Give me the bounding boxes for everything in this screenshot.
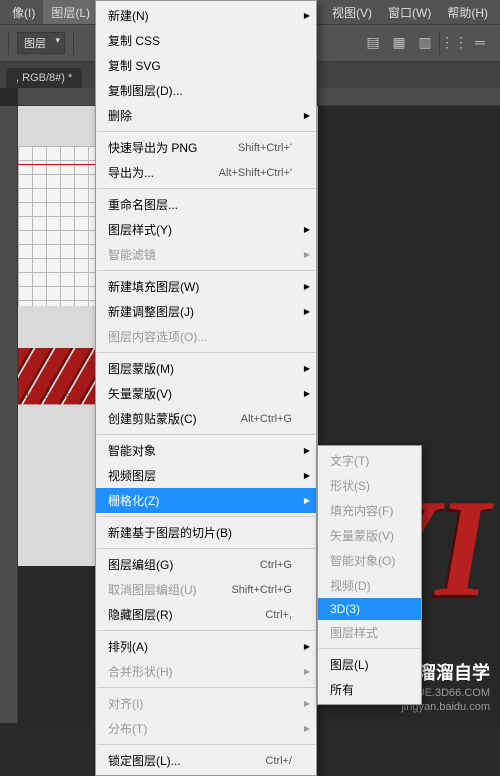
sub-all[interactable]: 所有 <box>318 677 421 702</box>
sub-text: 文字(T) <box>318 448 421 473</box>
layer-menu: 新建(N) 复制 CSS 复制 SVG 复制图层(D)... 删除 快速导出为 … <box>95 0 317 776</box>
menu-rename[interactable]: 重命名图层... <box>96 192 316 217</box>
menu-dup-layer[interactable]: 复制图层(D)... <box>96 78 316 103</box>
menu-separator <box>97 687 315 688</box>
sub-smart-object: 智能对象(O) <box>318 548 421 573</box>
menu-help[interactable]: 帮助(H) <box>439 0 496 24</box>
menu-layer-style[interactable]: 图层样式(Y) <box>96 217 316 242</box>
rasterize-submenu: 文字(T) 形状(S) 填充内容(F) 矢量蒙版(V) 智能对象(O) 视频(D… <box>317 445 422 705</box>
sub-fill: 填充内容(F) <box>318 498 421 523</box>
menu-export-as[interactable]: 导出为...Alt+Shift+Ctrl+' <box>96 160 316 185</box>
menu-separator <box>97 516 315 517</box>
menu-clip-mask[interactable]: 创建剪贴蒙版(C)Alt+Ctrl+G <box>96 406 316 431</box>
menu-smart-filter: 智能滤镜 <box>96 242 316 267</box>
menu-copy-css[interactable]: 复制 CSS <box>96 28 316 53</box>
distribute-h-icon[interactable]: ⋮⋮ <box>442 31 466 53</box>
menu-align: 对齐(I) <box>96 691 316 716</box>
menu-hide[interactable]: 隐藏图层(R)Ctrl+, <box>96 602 316 627</box>
menu-arrange[interactable]: 排列(A) <box>96 634 316 659</box>
menu-separator <box>319 648 420 649</box>
sub-vector-mask: 矢量蒙版(V) <box>318 523 421 548</box>
menu-separator <box>97 352 315 353</box>
menu-copy-svg[interactable]: 复制 SVG <box>96 53 316 78</box>
sub-shape: 形状(S) <box>318 473 421 498</box>
ruler-vertical[interactable] <box>0 106 18 723</box>
menu-smart-object[interactable]: 智能对象 <box>96 438 316 463</box>
align-center-icon[interactable]: ▦ <box>387 31 411 53</box>
menu-delete[interactable]: 删除 <box>96 103 316 128</box>
align-left-icon[interactable]: ▤ <box>361 31 385 53</box>
menu-separator <box>97 548 315 549</box>
menu-separator <box>97 188 315 189</box>
menu-window[interactable]: 窗口(W) <box>380 0 439 24</box>
menu-separator <box>97 744 315 745</box>
menu-layer[interactable]: 图层(L) <box>43 0 98 24</box>
sub-layer-style: 图层样式 <box>318 620 421 645</box>
layers-dropdown[interactable]: 图层 <box>17 32 65 54</box>
menu-separator <box>97 270 315 271</box>
menu-new-fill[interactable]: 新建填充图层(W) <box>96 274 316 299</box>
menu-rasterize[interactable]: 栅格化(Z) <box>96 488 316 513</box>
menu-new[interactable]: 新建(N) <box>96 3 316 28</box>
align-right-icon[interactable]: ▥ <box>413 31 437 53</box>
distribute-v-icon[interactable]: ═ <box>468 31 492 53</box>
sub-3d[interactable]: 3D(3) <box>318 598 421 620</box>
menu-new-slice[interactable]: 新建基于图层的切片(B) <box>96 520 316 545</box>
menu-separator <box>97 131 315 132</box>
sub-layer[interactable]: 图层(L) <box>318 652 421 677</box>
menu-separator <box>97 630 315 631</box>
menu-image[interactable]: 像(I) <box>4 0 43 24</box>
menu-distribute: 分布(T) <box>96 716 316 741</box>
sub-video: 视频(D) <box>318 573 421 598</box>
menu-view[interactable]: 视图(V) <box>324 0 380 24</box>
menu-content-opts: 图层内容选项(O)... <box>96 324 316 349</box>
menu-new-adjust[interactable]: 新建调整图层(J) <box>96 299 316 324</box>
menu-vector-mask[interactable]: 矢量蒙版(V) <box>96 381 316 406</box>
watermark-brand: 溜溜自学 <box>418 659 490 685</box>
menu-layer-mask[interactable]: 图层蒙版(M) <box>96 356 316 381</box>
menu-group[interactable]: 图层编组(G)Ctrl+G <box>96 552 316 577</box>
menu-quick-export[interactable]: 快速导出为 PNGShift+Ctrl+' <box>96 135 316 160</box>
menu-combine: 合并形状(H) <box>96 659 316 684</box>
document-tab[interactable]: , RGB/8#) * <box>6 68 82 88</box>
menu-lock[interactable]: 锁定图层(L)...Ctrl+/ <box>96 748 316 773</box>
menu-ungroup: 取消图层编组(U)Shift+Ctrl+G <box>96 577 316 602</box>
menu-video-layers[interactable]: 视频图层 <box>96 463 316 488</box>
menu-separator <box>97 434 315 435</box>
